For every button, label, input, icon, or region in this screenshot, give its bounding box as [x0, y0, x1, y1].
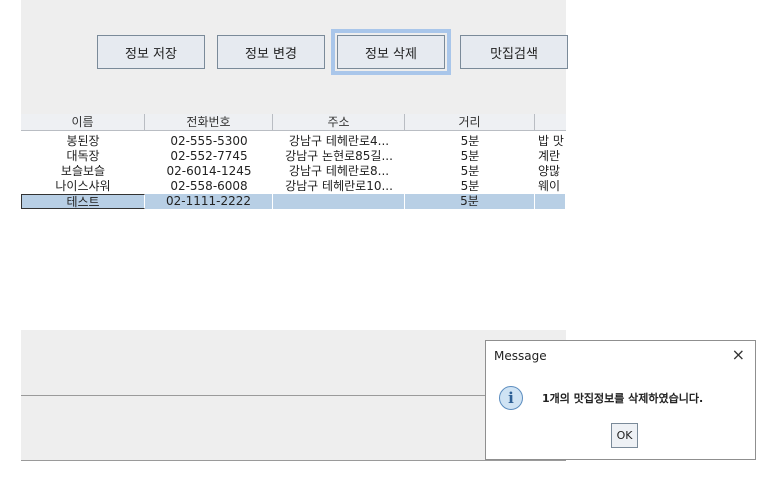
column-header-extra[interactable]	[535, 114, 566, 130]
message-dialog: Message × i 1개의 맛집정보를 삭제하였습니다. OK	[485, 340, 756, 460]
table-row[interactable]: 봉된장 02-555-5300 강남구 테헤란로4... 5분 밥 맛	[21, 134, 566, 149]
restaurant-table: 이름 전화번호 주소 거리 봉된장 02-555-5300 강남구 테헤란로4.…	[21, 114, 566, 330]
column-header-name[interactable]: 이름	[21, 114, 145, 130]
cell-address: 강남구 테헤란로10...	[285, 179, 393, 193]
cell-distance: 5분	[405, 194, 535, 209]
cell-extra	[535, 194, 566, 209]
cell-distance: 5분	[460, 179, 480, 193]
cell-extra: 계란	[538, 149, 561, 163]
cell-phone: 02-552-7745	[170, 149, 248, 163]
cell-phone: 02-555-5300	[170, 134, 248, 148]
cell-extra: 웨이	[538, 179, 561, 193]
table-row[interactable]: 보슬보슬 02-6014-1245 강남구 테헤란로8... 5분 양많	[21, 164, 566, 179]
cell-address: 강남구 테헤란로8...	[288, 164, 390, 178]
cell-phone: 02-1111-2222	[145, 194, 273, 209]
dialog-title: Message	[494, 349, 547, 363]
cell-distance: 5분	[460, 149, 480, 163]
cell-name: 보슬보슬	[60, 164, 106, 178]
ok-button[interactable]: OK	[611, 423, 638, 448]
column-header-distance[interactable]: 거리	[405, 114, 535, 130]
table-row[interactable]: 나이스샤워 02-558-6008 강남구 테헤란로10... 5분 웨이	[21, 179, 566, 194]
table-header: 이름 전화번호 주소 거리	[21, 114, 566, 131]
table-row-selected[interactable]: 테스트 02-1111-2222 5분	[21, 194, 566, 209]
table-row[interactable]: 대독장 02-552-7745 강남구 논현로85길... 5분 계란	[21, 149, 566, 164]
cell-extra: 양많	[538, 164, 561, 178]
cell-address: 강남구 테헤란로4...	[288, 134, 390, 148]
delete-info-button[interactable]: 정보 삭제	[331, 29, 451, 75]
cell-distance: 5분	[460, 164, 480, 178]
cell-name: 나이스샤워	[55, 179, 111, 193]
edit-info-button[interactable]: 정보 변경	[217, 35, 325, 69]
column-header-address[interactable]: 주소	[273, 114, 405, 130]
cell-phone: 02-6014-1245	[166, 164, 252, 178]
cell-address: 강남구 논현로85길...	[285, 149, 393, 163]
info-icon: i	[499, 386, 523, 410]
dialog-message: 1개의 맛집정보를 삭제하였습니다.	[542, 392, 704, 405]
save-info-button[interactable]: 정보 저장	[97, 35, 205, 69]
cell-extra: 밥 맛	[538, 134, 564, 148]
search-restaurant-button[interactable]: 맛집검색	[460, 35, 568, 69]
cell-distance: 5분	[460, 134, 480, 148]
close-icon[interactable]: ×	[732, 345, 745, 364]
column-header-phone[interactable]: 전화번호	[145, 114, 273, 130]
cell-phone: 02-558-6008	[170, 179, 248, 193]
cell-name: 테스트	[21, 194, 145, 209]
cell-address	[273, 194, 405, 209]
cell-name: 대독장	[66, 149, 100, 163]
divider	[21, 460, 566, 461]
cell-name: 봉된장	[66, 134, 100, 148]
